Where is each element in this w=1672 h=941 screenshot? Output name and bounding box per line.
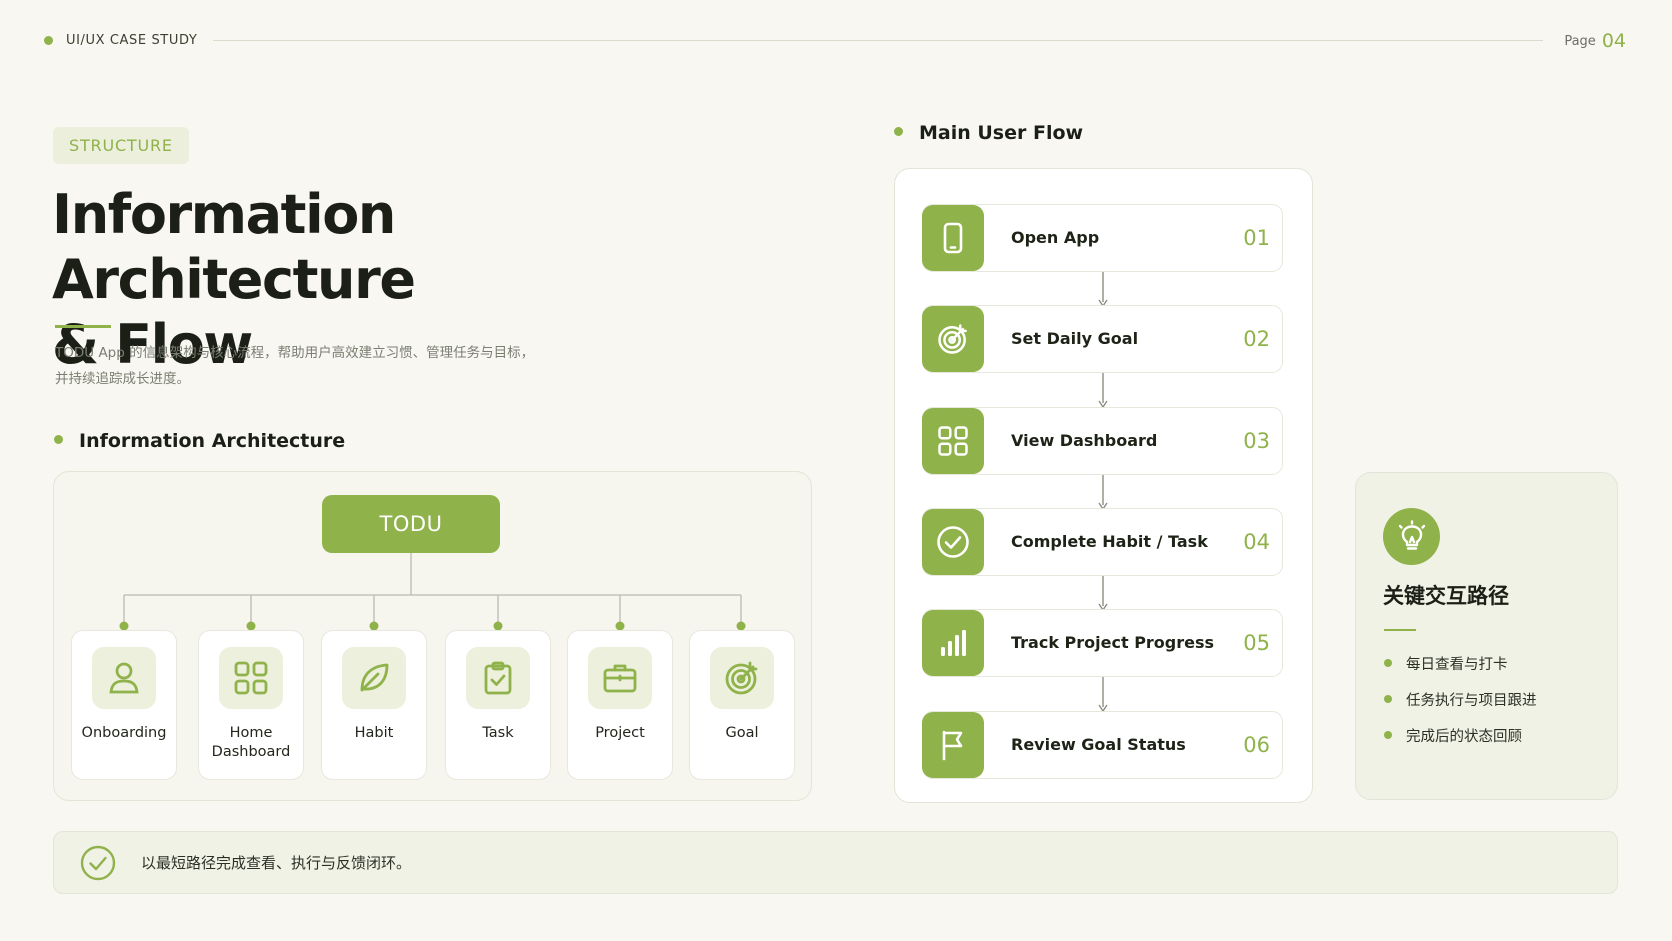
flow-step-review-goal-status[interactable]: Review Goal Status 06 [922, 711, 1283, 779]
user-icon [92, 647, 156, 709]
ia-node-label: Home Dashboard [211, 725, 291, 760]
ia-node-habit[interactable]: Habit [321, 630, 427, 780]
ia-node-task[interactable]: Task [445, 630, 551, 780]
insight-title: 关键交互路径 [1383, 584, 1509, 608]
ia-node-label: Task [482, 725, 514, 741]
phone-icon [922, 205, 984, 271]
insight-list: 每日查看与打卡 任务执行与项目跟进 完成后的状态回顾 [1384, 652, 1537, 760]
check-circle-icon [922, 509, 984, 575]
flow-step-label: Track Project Progress [1011, 633, 1215, 652]
flow-step-number: 01 [1243, 226, 1270, 250]
flow-step-label: View Dashboard [1011, 431, 1158, 450]
insight-item: 每日查看与打卡 [1384, 652, 1537, 688]
flow-step-complete-habit-task[interactable]: Complete Habit / Task 04 [922, 508, 1283, 576]
flow-step-open-app[interactable]: Open App 01 [922, 204, 1283, 272]
flow-arrow-5 [1098, 677, 1108, 713]
ia-node-label: Onboarding [81, 725, 167, 741]
dashboard-grid-icon [922, 408, 984, 474]
flow-arrow-1 [1098, 272, 1108, 308]
flow-step-number: 06 [1243, 733, 1270, 757]
insight-item: 完成后的状态回顾 [1384, 724, 1537, 760]
flow-arrow-4 [1098, 576, 1108, 612]
target-icon [922, 306, 984, 372]
insight-item: 任务执行与项目跟进 [1384, 688, 1537, 724]
insight-underline [1384, 629, 1416, 631]
flow-step-number: 03 [1243, 429, 1270, 453]
flow-step-view-dashboard[interactable]: View Dashboard 03 [922, 407, 1283, 475]
leaf-icon [342, 647, 406, 709]
flow-arrow-2 [1098, 373, 1108, 409]
flow-step-number: 04 [1243, 530, 1270, 554]
lightbulb-icon [1383, 508, 1440, 565]
ia-node-label: Habit [354, 725, 394, 741]
flow-step-track-project-progress[interactable]: Track Project Progress 05 [922, 609, 1283, 677]
ia-node-goal[interactable]: Goal [689, 630, 795, 780]
flow-step-number: 05 [1243, 631, 1270, 655]
bar-chart-icon [922, 610, 984, 676]
flow-step-label: Open App [1011, 228, 1100, 247]
flow-step-label: Review Goal Status [1011, 735, 1186, 754]
flow-arrow-3 [1098, 475, 1108, 511]
target-icon [710, 647, 774, 709]
ia-node-home-dashboard[interactable]: Home Dashboard [198, 630, 304, 780]
clipboard-check-icon [466, 647, 530, 709]
ia-node-onboarding[interactable]: Onboarding [71, 630, 177, 780]
flow-step-number: 02 [1243, 327, 1270, 351]
ia-node-label: Goal [725, 725, 759, 741]
ia-root-node[interactable]: TODU [322, 495, 500, 553]
ia-node-project[interactable]: Project [567, 630, 673, 780]
flow-step-set-daily-goal[interactable]: Set Daily Goal 02 [922, 305, 1283, 373]
ia-node-label: Project [595, 725, 645, 741]
flag-icon [922, 712, 984, 778]
flow-step-label: Complete Habit / Task [1011, 532, 1208, 551]
summary-text: 以最短路径完成查看、执行与反馈闭环。 [141, 854, 412, 872]
dashboard-grid-icon [219, 647, 283, 709]
flow-step-label: Set Daily Goal [1011, 329, 1139, 348]
check-circle-icon [80, 845, 116, 881]
flow-heading: Main User Flow [894, 122, 1083, 144]
briefcase-icon [588, 647, 652, 709]
